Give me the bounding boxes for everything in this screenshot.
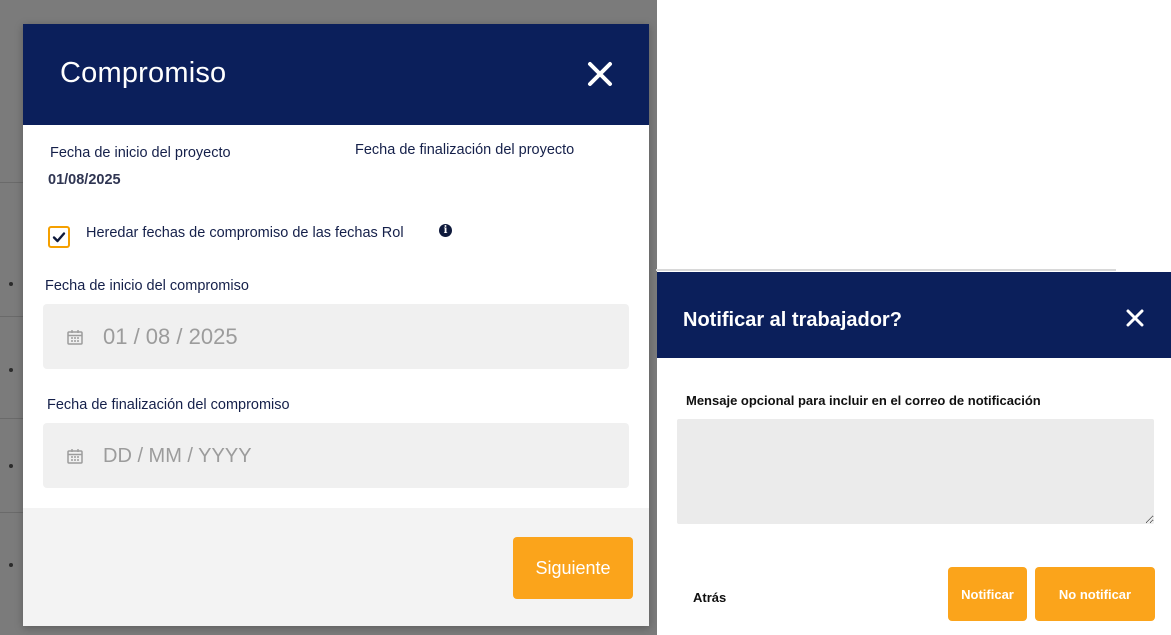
modal-title: Notificar al trabajador? [683, 309, 902, 331]
commitment-end-placeholder: DD / MM / YYYY [103, 445, 252, 467]
inherit-dates-label: Heredar fechas de compromiso de las fech… [86, 225, 404, 241]
commitment-modal: Compromiso Fecha de inicio del proyecto … [23, 24, 649, 626]
checkmark-icon [52, 232, 66, 243]
inherit-dates-checkbox[interactable] [48, 226, 70, 248]
modal-header: Notificar al trabajador? [657, 272, 1171, 358]
back-button[interactable]: Atrás [693, 590, 726, 605]
backdrop-divider [0, 418, 23, 419]
backdrop-divider [0, 316, 23, 317]
project-end-label: Fecha de finalización del proyecto [355, 142, 575, 158]
notify-button[interactable]: Notificar [948, 567, 1027, 621]
modal-header: Compromiso [23, 24, 649, 125]
commitment-start-date-input[interactable]: 01 / 08 / 2025 [43, 304, 629, 369]
calendar-icon [67, 449, 83, 464]
commitment-end-label: Fecha de finalización del compromiso [47, 397, 290, 413]
project-start-value: 01/08/2025 [48, 172, 121, 188]
close-icon[interactable] [583, 57, 617, 91]
calendar-icon [67, 330, 83, 345]
commitment-start-label: Fecha de inicio del compromiso [45, 278, 249, 294]
backdrop-bullet [9, 464, 13, 468]
next-button[interactable]: Siguiente [513, 537, 633, 599]
commitment-start-value: 01 / 08 / 2025 [103, 324, 238, 349]
notify-modal: Notificar al trabajador? Mensaje opciona… [657, 272, 1171, 635]
divider [656, 269, 1116, 271]
commitment-end-date-input[interactable]: DD / MM / YYYY [43, 423, 629, 488]
backdrop-divider [0, 182, 23, 183]
message-label: Mensaje opcional para incluir en el corr… [686, 393, 1041, 408]
backdrop-divider [0, 512, 23, 513]
modal-title: Compromiso [60, 57, 227, 89]
info-icon[interactable]: i [439, 224, 452, 237]
backdrop-bullet [9, 563, 13, 567]
no-notify-button[interactable]: No notificar [1035, 567, 1155, 621]
close-icon[interactable] [1125, 308, 1145, 328]
backdrop-bullet [9, 282, 13, 286]
backdrop-bullet [9, 368, 13, 372]
notification-message-input[interactable] [677, 419, 1154, 524]
project-start-label: Fecha de inicio del proyecto [50, 145, 231, 161]
